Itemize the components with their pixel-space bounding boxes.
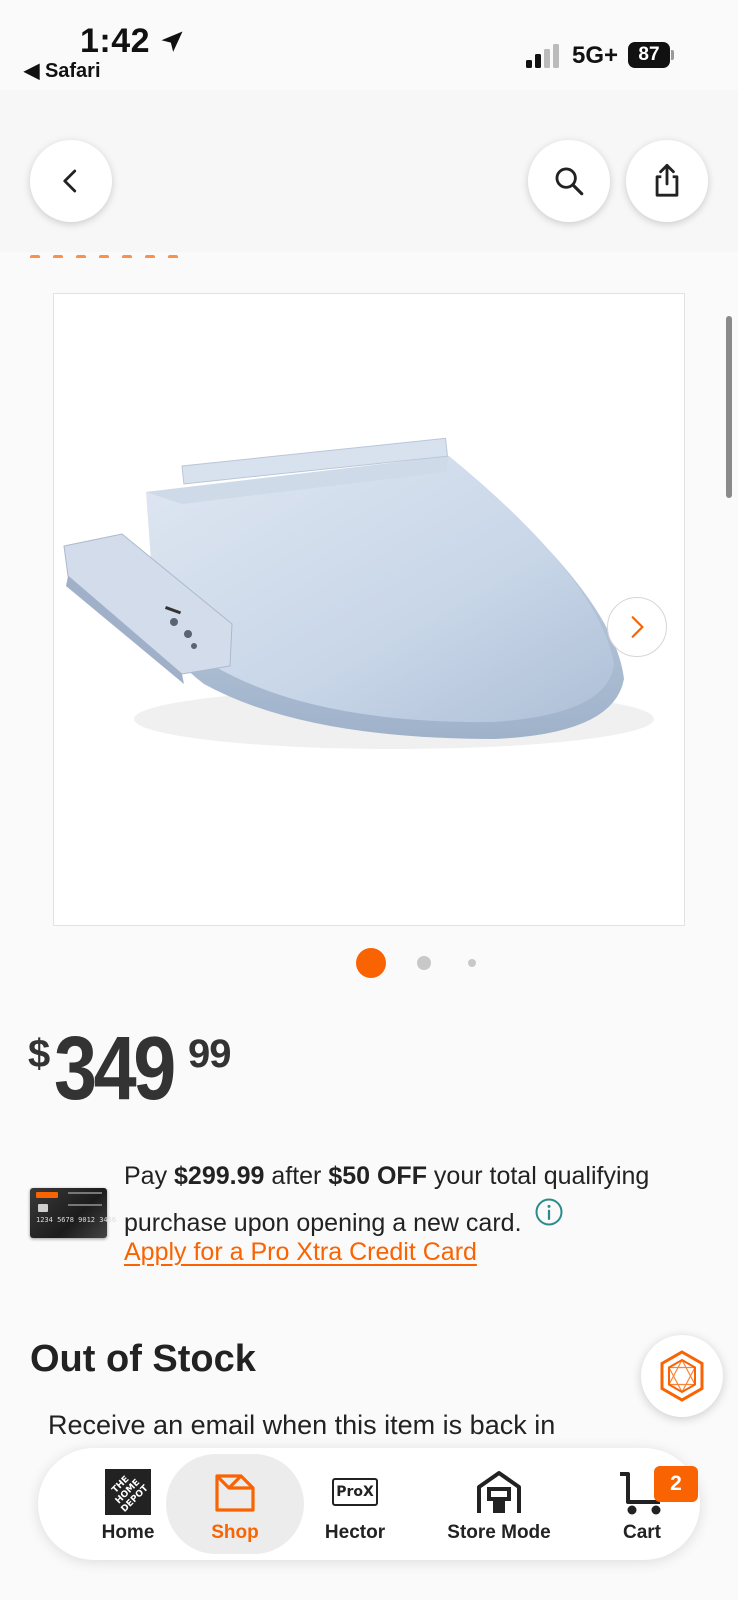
nav-home[interactable]: THE HOME DEPOT Home — [76, 1448, 180, 1560]
info-icon[interactable] — [534, 1197, 564, 1227]
chat-assistant-button[interactable] — [641, 1335, 723, 1417]
cellular-signal-icon — [526, 44, 559, 68]
nav-hector-label: Hector — [324, 1522, 386, 1543]
prox-icon: ProX — [332, 1478, 378, 1506]
share-button[interactable] — [626, 140, 708, 222]
next-image-button[interactable] — [607, 597, 667, 657]
nav-shop[interactable]: Shop — [166, 1454, 304, 1554]
discount-amount: $50 OFF — [328, 1162, 427, 1190]
bidet-seat-image — [63, 437, 654, 749]
bottom-navigation: THE HOME DEPOT Home Shop ProX Hector Sto… — [38, 1448, 700, 1560]
back-arrow-icon — [63, 169, 77, 193]
network-type: 5G+ — [572, 42, 619, 69]
pagination-dot[interactable] — [468, 959, 476, 967]
discounted-price: $299.99 — [174, 1162, 265, 1190]
status-bar: 1:42 ◀ Safari 5G+ 87 — [0, 0, 738, 90]
nav-store-mode[interactable]: Store Mode — [424, 1448, 574, 1560]
cart-count-badge: 2 — [654, 1466, 698, 1502]
floating-header — [0, 90, 738, 252]
page-scrollbar[interactable] — [726, 316, 732, 498]
nav-store-mode-label: Store Mode — [447, 1522, 551, 1543]
nav-cart[interactable]: 2 Cart — [592, 1448, 698, 1560]
card-number: 1234 5678 9012 3456 — [36, 1216, 117, 1224]
nav-shop-label: Shop — [211, 1522, 259, 1543]
hexagon-assistant-icon — [660, 1350, 704, 1402]
stock-status-title: Out of Stock — [30, 1338, 256, 1380]
nav-home-label: Home — [101, 1522, 155, 1543]
store-icon — [477, 1471, 521, 1513]
pro-xtra-card-image: 1234 5678 9012 3456 — [30, 1188, 116, 1238]
location-arrow-icon — [161, 31, 183, 52]
credit-offer-text: Pay $299.99 after $50 OFF your total qua… — [124, 1162, 650, 1237]
nav-cart-label: Cart — [622, 1522, 661, 1543]
gallery-pagination — [0, 948, 738, 978]
status-time: 1:42 — [80, 22, 151, 60]
rating-stars-partial — [30, 246, 590, 258]
price-whole: 349 — [54, 1019, 176, 1119]
price-cents: 99 — [188, 1032, 231, 1076]
search-icon — [555, 167, 584, 196]
search-button[interactable] — [528, 140, 610, 222]
back-to-safari[interactable]: ◀ Safari — [24, 58, 101, 83]
pagination-dot-active[interactable] — [356, 948, 386, 978]
price-currency: $ — [28, 1032, 51, 1076]
battery-icon: 87 — [628, 42, 674, 68]
stock-notify-text: Receive an email when this item is back … — [48, 1410, 556, 1440]
battery-level: 87 — [628, 42, 670, 68]
share-icon — [655, 164, 679, 197]
pagination-dot[interactable] — [417, 956, 431, 970]
home-depot-logo-icon: THE HOME DEPOT — [105, 1469, 151, 1515]
chevron-right-icon — [631, 616, 644, 638]
shop-tag-icon — [215, 1474, 255, 1512]
apply-credit-card-link[interactable]: Apply for a Pro Xtra Credit Card — [124, 1238, 477, 1267]
back-button[interactable] — [30, 140, 112, 222]
nav-hector[interactable]: ProX Hector — [300, 1448, 410, 1560]
product-image[interactable] — [53, 293, 685, 926]
